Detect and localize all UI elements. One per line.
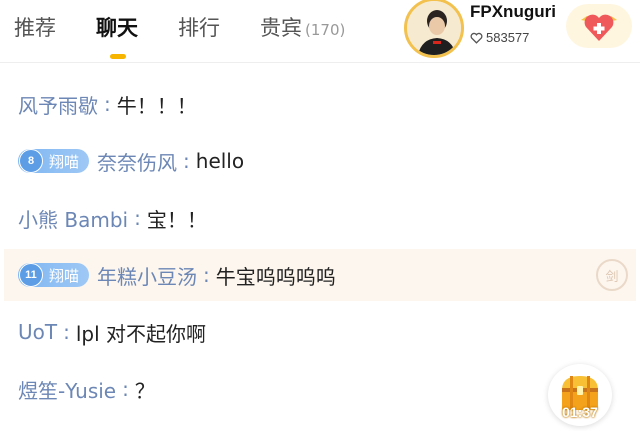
- chat-separator: :: [183, 149, 190, 173]
- chat-username[interactable]: 小熊 Bambi: [18, 204, 128, 233]
- chat-username[interactable]: 奈奈伤风: [97, 147, 177, 176]
- chat-text: hello: [195, 149, 245, 173]
- chat-message: 8 翔喵 奈奈伤风 : hello: [0, 135, 640, 187]
- active-tab-indicator: [110, 54, 126, 59]
- fan-badge[interactable]: 11 翔喵: [18, 263, 90, 287]
- anchor-heat: 583577: [470, 30, 529, 45]
- guard-heart-icon: [581, 14, 617, 41]
- anchor-name[interactable]: FPXnuguri: [470, 2, 556, 22]
- fan-badge-name: 翔喵: [49, 152, 80, 171]
- fan-level: 8: [19, 149, 43, 173]
- tab-recommend[interactable]: 推荐: [14, 14, 56, 42]
- sword-icon: 剑: [596, 259, 628, 291]
- tab-vip-label: 贵宾: [260, 16, 302, 40]
- chat-text: ？: [134, 378, 155, 403]
- chat-separator: :: [63, 320, 70, 344]
- chat-message: UoT : lpl 对不起你啊: [0, 306, 640, 358]
- chat-separator: :: [134, 206, 141, 230]
- anchor-avatar[interactable]: [404, 0, 464, 58]
- treasure-chest-button[interactable]: 01:37: [548, 364, 612, 426]
- fan-level: 11: [19, 263, 43, 287]
- heat-value: 583577: [486, 30, 530, 45]
- chat-separator: :: [104, 92, 111, 116]
- avatar-image: [407, 1, 461, 55]
- chat-separator: :: [203, 263, 210, 287]
- chat-username[interactable]: 风予雨歇: [18, 90, 98, 119]
- chat-username[interactable]: UoT: [18, 320, 57, 344]
- guard-button[interactable]: [566, 4, 632, 48]
- chat-username[interactable]: 年糕小豆汤: [97, 261, 197, 290]
- tab-vip[interactable]: 贵宾 (170): [260, 14, 345, 44]
- chat-message: 小熊 Bambi : 宝！！: [0, 192, 640, 244]
- fan-badge[interactable]: 8 翔喵: [18, 149, 90, 173]
- chat-message: 煜笙-Yusie : ？: [0, 363, 640, 415]
- chat-text: 牛宝呜呜呜呜: [215, 264, 336, 289]
- tab-chat[interactable]: 聊天: [96, 14, 138, 42]
- chat-text: lpl 对不起你啊: [75, 321, 207, 346]
- chat-message-highlighted: 11 翔喵 年糕小豆汤 : 牛宝呜呜呜呜 剑: [4, 249, 636, 301]
- chat-text: 宝！！: [146, 207, 207, 232]
- chest-countdown: 01:37: [562, 404, 598, 420]
- vip-count: (170): [305, 21, 346, 39]
- tab-ranking[interactable]: 排行: [178, 14, 220, 42]
- chat-message: 风予雨歇 : 牛！！！: [0, 78, 640, 130]
- room-header: 推荐 聊天 排行 贵宾 (170) FPXnuguri 583577: [0, 0, 640, 63]
- chat-text: 牛！！！: [116, 93, 197, 118]
- chat-username[interactable]: 煜笙-Yusie: [18, 375, 116, 404]
- chat-separator: :: [122, 377, 129, 401]
- heart-outline-icon: [470, 32, 483, 44]
- fan-badge-name: 翔喵: [49, 266, 80, 285]
- chat-list[interactable]: 风予雨歇 : 牛！！！ 8 翔喵 奈奈伤风 : hello 小熊 Bambi :…: [0, 64, 640, 431]
